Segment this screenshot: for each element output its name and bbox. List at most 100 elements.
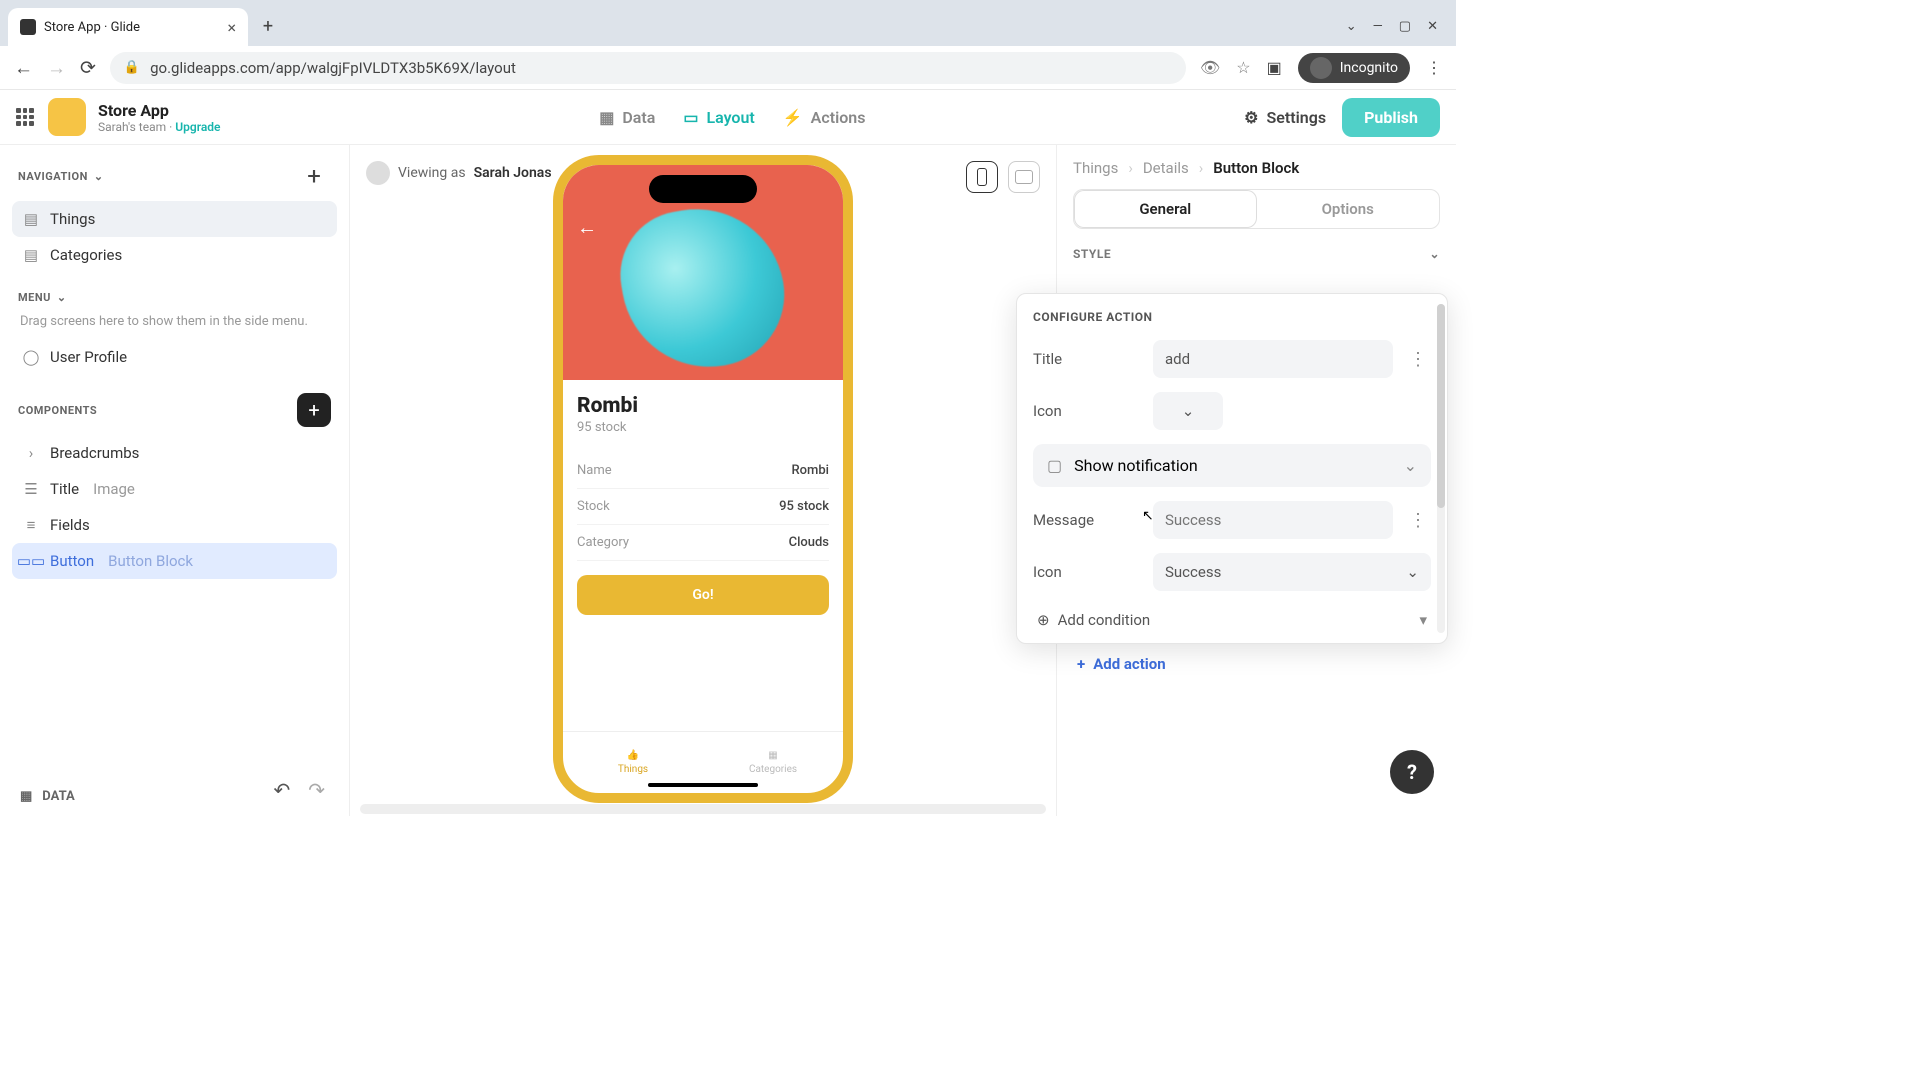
gear-icon: ⚙	[1244, 108, 1258, 127]
tablet-icon	[1015, 170, 1033, 184]
icon2-label: Icon	[1033, 563, 1141, 581]
extensions-icon[interactable]: ▣	[1267, 58, 1282, 77]
incognito-icon	[1310, 57, 1332, 79]
star-icon[interactable]: ☆	[1236, 58, 1250, 77]
thumbs-up-icon: 👍	[627, 750, 639, 761]
user-icon: ◯	[22, 348, 40, 366]
back-button[interactable]: ←	[14, 56, 33, 80]
undo-button[interactable]: ↶	[273, 778, 290, 802]
add-screen-button[interactable]: +	[297, 159, 331, 193]
popup-scrollbar[interactable]	[1437, 304, 1445, 633]
app-switcher-icon[interactable]	[16, 108, 34, 126]
viewing-as-selector[interactable]: Viewing as Sarah Jonas ⌄	[366, 161, 571, 185]
icon-select[interactable]: Success ⌄	[1153, 553, 1431, 591]
component-button[interactable]: ▭▭ButtonButton Block	[12, 543, 337, 579]
tab-data[interactable]: ▦Data	[599, 108, 655, 127]
add-condition-button[interactable]: ⊕ Add condition ▾	[1033, 605, 1431, 635]
tab-actions[interactable]: ⚡Actions	[783, 108, 866, 127]
bolt-icon: ⚡	[783, 108, 803, 127]
add-action-button[interactable]: + Add action	[1073, 651, 1440, 677]
app-name: Store App	[98, 101, 220, 120]
lock-icon: 🔒	[124, 60, 140, 75]
button-icon: ▭▭	[22, 552, 40, 570]
icon-picker[interactable]: ⌄	[1153, 392, 1223, 430]
chevron-down-icon: ⌄	[1404, 456, 1417, 475]
forward-button[interactable]: →	[47, 56, 66, 80]
tablet-device-button[interactable]	[1008, 161, 1040, 193]
table-icon: ▦	[20, 789, 32, 804]
plus-icon: ⊕	[1037, 611, 1050, 629]
browser-menu-icon[interactable]: ⋮	[1426, 58, 1442, 77]
crumb-things[interactable]: Things	[1073, 159, 1118, 177]
grid-icon: ▦	[768, 750, 777, 761]
avatar	[366, 161, 390, 185]
nav-item-things[interactable]: ▤Things	[12, 201, 337, 237]
help-button[interactable]: ?	[1390, 750, 1434, 794]
plus-icon: +	[1077, 655, 1085, 673]
field-row: Stock95 stock	[577, 489, 829, 525]
crumb-details[interactable]: Details	[1143, 159, 1189, 177]
address-field[interactable]: 🔒 go.glideapps.com/app/walgjFpIVLDTX3b5K…	[110, 52, 1186, 84]
message-input[interactable]	[1153, 501, 1393, 539]
eye-off-icon[interactable]: 👁	[1200, 58, 1220, 77]
minimize-icon[interactable]: —	[1373, 19, 1383, 34]
navigation-section-label[interactable]: NAVIGATION ⌄	[18, 170, 104, 183]
close-tab-icon[interactable]: ×	[227, 18, 236, 37]
new-tab-button[interactable]: +	[254, 12, 282, 40]
nav-item-user-profile[interactable]: ◯User Profile	[12, 339, 337, 375]
tab-layout[interactable]: ▭Layout	[683, 108, 754, 127]
components-section-label: COMPONENTS	[18, 404, 97, 417]
product-image	[610, 195, 795, 380]
configure-action-popup: CONFIGURE ACTION Title ↖ ⋮ Icon ⌄ ▢ Show…	[1016, 293, 1448, 644]
favicon-icon	[20, 19, 36, 35]
caret-down-icon[interactable]: ▾	[1419, 611, 1427, 629]
style-section-header[interactable]: STYLE ⌄	[1073, 247, 1440, 261]
phone-preview: 1:10 📶 🔋 ← Rombi 95 stock NameRombi Stoc…	[553, 155, 853, 803]
show-notification-card[interactable]: ▢ Show notification ⌄	[1033, 444, 1431, 487]
more-icon[interactable]: ⋮	[1405, 510, 1431, 531]
phone-back-button[interactable]: ←	[577, 215, 597, 240]
app-logo	[48, 98, 86, 136]
browser-tab[interactable]: Store App · Glide ×	[8, 8, 248, 46]
phone-device-button[interactable]	[966, 161, 998, 193]
nav-item-categories[interactable]: ▤Categories	[12, 237, 337, 273]
chevron-down-icon: ⌄	[1406, 563, 1419, 581]
settings-link[interactable]: ⚙Settings	[1244, 108, 1326, 127]
incognito-badge[interactable]: Incognito	[1298, 53, 1410, 83]
maximize-icon[interactable]: ▢	[1399, 19, 1411, 34]
incognito-label: Incognito	[1340, 60, 1398, 76]
message-label: Message	[1033, 511, 1141, 529]
menu-section-label[interactable]: MENU ⌄	[18, 291, 67, 304]
popup-title: CONFIGURE ACTION	[1033, 310, 1431, 324]
redo-button[interactable]: ↷	[308, 778, 325, 802]
upgrade-link[interactable]: Upgrade	[175, 120, 220, 134]
add-component-button[interactable]: +	[297, 393, 331, 427]
go-button[interactable]: Go!	[577, 575, 829, 615]
breadcrumb: Things › Details › Button Block	[1073, 159, 1440, 177]
horizontal-scrollbar[interactable]	[360, 804, 1046, 814]
list-icon: ▤	[22, 210, 40, 228]
reload-button[interactable]: ⟳	[80, 56, 96, 79]
component-fields[interactable]: ≡Fields	[12, 507, 337, 543]
tab-dropdown-icon[interactable]: ⌄	[1346, 19, 1357, 34]
chevron-down-icon: ⌄	[94, 170, 104, 183]
menu-hint: Drag screens here to show them in the si…	[12, 312, 337, 339]
phone-notch	[649, 175, 757, 203]
segmented-control: General Options	[1073, 189, 1440, 229]
component-breadcrumbs[interactable]: ›Breadcrumbs	[12, 435, 337, 471]
segment-general[interactable]: General	[1074, 190, 1257, 228]
product-subtitle: 95 stock	[577, 420, 829, 435]
team-label: Sarah's team · Upgrade	[98, 120, 220, 134]
more-icon[interactable]: ⋮	[1405, 349, 1431, 370]
chevron-down-icon: ⌄	[1429, 247, 1440, 261]
data-toggle[interactable]: ▦DATA	[20, 789, 75, 804]
segment-options[interactable]: Options	[1257, 190, 1440, 228]
title-input[interactable]	[1153, 340, 1393, 378]
layout-icon: ▭	[683, 108, 698, 127]
close-window-icon[interactable]: ✕	[1427, 19, 1438, 34]
app-header: Store App Sarah's team · Upgrade ▦Data ▭…	[0, 90, 1456, 145]
chevron-down-icon: ⌄	[57, 291, 67, 304]
component-title[interactable]: ☰TitleImage	[12, 471, 337, 507]
publish-button[interactable]: Publish	[1342, 98, 1440, 137]
crumb-current: Button Block	[1213, 159, 1299, 177]
